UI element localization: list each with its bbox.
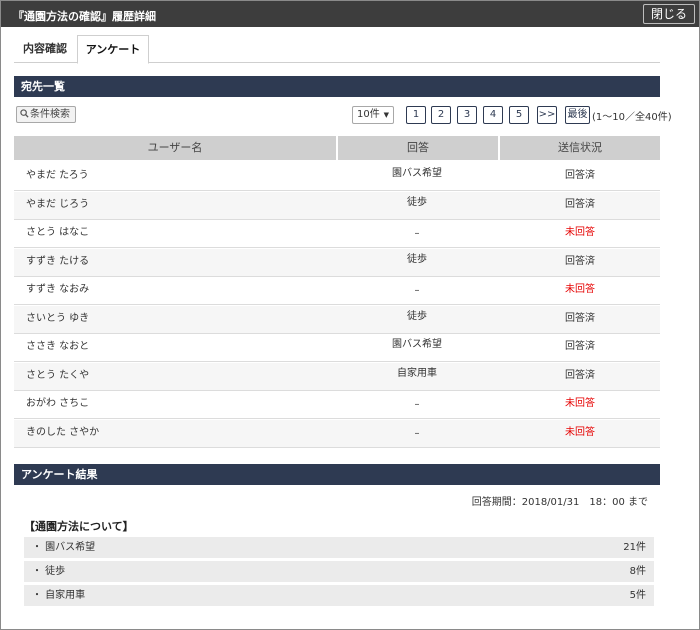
result-item: ・ 園バス希望 21件 [24, 537, 654, 558]
record-range: (1〜10／全40件) [592, 112, 672, 123]
result-item-count: 8件 [629, 566, 646, 577]
title-bar: 『通園方法の確認』履歴詳細 閉じる [1, 1, 699, 27]
user-name-cell: すずき なおみ [26, 284, 90, 295]
result-item-label: ・ 園バス希望 [32, 542, 96, 553]
user-name-cell: さとう たくや [26, 370, 90, 381]
answer-period: 回答期間：2018/01/31 18：00 まで [471, 497, 648, 508]
column-header-status: 送信状況 [558, 141, 602, 154]
page-next-button[interactable]: >> [537, 106, 557, 124]
per-page-select[interactable]: 10件 ▼ [352, 106, 394, 124]
status-cell: 未回答 [565, 427, 595, 438]
filter-search-button[interactable]: 条件検索 [16, 106, 76, 123]
page-button-2[interactable]: 2 [431, 106, 451, 124]
answer-cell: 徒歩 [407, 197, 427, 208]
table-row: おがわ さちこ – 未回答 [14, 391, 660, 419]
table-row: やまだ たろう 園バス希望 回答済 [14, 163, 660, 191]
status-cell: 未回答 [565, 398, 595, 409]
result-item-label: ・ 自家用車 [32, 590, 86, 601]
column-header-answer: 回答 [407, 141, 429, 154]
table-row: さとう はなこ – 未回答 [14, 220, 660, 248]
page-button-5[interactable]: 5 [509, 106, 529, 124]
status-cell: 回答済 [565, 341, 595, 352]
result-item-count: 21件 [623, 542, 646, 553]
page-last-button[interactable]: 最後 [565, 106, 590, 124]
answer-cell: – [414, 399, 420, 410]
table-row: さとう たくや 自家用車 回答済 [14, 363, 660, 391]
table-row: すずき たける 徒歩 回答済 [14, 249, 660, 277]
page-button-4[interactable]: 4 [483, 106, 503, 124]
result-item: ・ 自家用車 5件 [24, 585, 654, 606]
table-row: ささき なおと 園バス希望 回答済 [14, 334, 660, 362]
tab-survey[interactable]: アンケート [77, 35, 149, 64]
status-cell: 回答済 [565, 256, 595, 267]
column-header-username: ユーザー名 [147, 141, 203, 154]
user-name-cell: さいとう ゆき [26, 313, 90, 324]
result-item-count: 5件 [629, 590, 646, 601]
answer-cell: 園バス希望 [392, 339, 442, 350]
answer-cell: – [414, 228, 420, 239]
status-cell: 未回答 [565, 227, 595, 238]
question-title: 【通園方法について】 [24, 520, 134, 533]
result-item: ・ 徒歩 8件 [24, 561, 654, 582]
user-name-cell: おがわ さちこ [26, 398, 90, 409]
user-name-cell: すずき たける [26, 256, 90, 267]
status-cell: 回答済 [565, 170, 595, 181]
tab-bar: 内容確認 アンケート [14, 35, 660, 64]
per-page-value: 10件 [357, 109, 380, 120]
user-name-cell: やまだ たろう [26, 170, 89, 181]
tab-content-confirm[interactable]: 内容確認 [14, 35, 76, 63]
table-row: すずき なおみ – 未回答 [14, 277, 660, 305]
user-name-cell: きのした さやか [26, 427, 100, 438]
answer-cell: 徒歩 [407, 254, 427, 265]
page-button-3[interactable]: 3 [457, 106, 477, 124]
table-row: きのした さやか – 未回答 [14, 420, 660, 448]
filter-search-label: 条件検索 [30, 109, 70, 120]
close-button[interactable]: 閉じる [643, 4, 695, 24]
user-name-cell: さとう はなこ [26, 227, 90, 238]
recipients-section-header: 宛先一覧 [14, 76, 660, 97]
status-cell: 回答済 [565, 370, 595, 381]
table-header: ユーザー名 回答 送信状況 [14, 136, 660, 160]
search-icon [20, 109, 29, 118]
status-cell: 未回答 [565, 284, 595, 295]
table-row: さいとう ゆき 徒歩 回答済 [14, 306, 660, 334]
answer-cell: 自家用車 [397, 368, 437, 379]
page-button-1[interactable]: 1 [406, 106, 426, 124]
user-name-cell: ささき なおと [26, 341, 90, 352]
table-row: やまだ じろう 徒歩 回答済 [14, 192, 660, 220]
answer-cell: 徒歩 [407, 311, 427, 322]
status-cell: 回答済 [565, 313, 595, 324]
answer-cell: – [414, 428, 420, 439]
answer-cell: 園バス希望 [392, 168, 442, 179]
user-name-cell: やまだ じろう [26, 199, 90, 210]
status-cell: 回答済 [565, 199, 595, 210]
answer-cell: – [414, 285, 420, 296]
dialog-title: 『通園方法の確認』履歴詳細 [13, 10, 156, 23]
results-section-header: アンケート結果 [14, 464, 660, 485]
result-item-label: ・ 徒歩 [32, 566, 66, 577]
dropdown-caret-icon: ▼ [383, 111, 389, 119]
